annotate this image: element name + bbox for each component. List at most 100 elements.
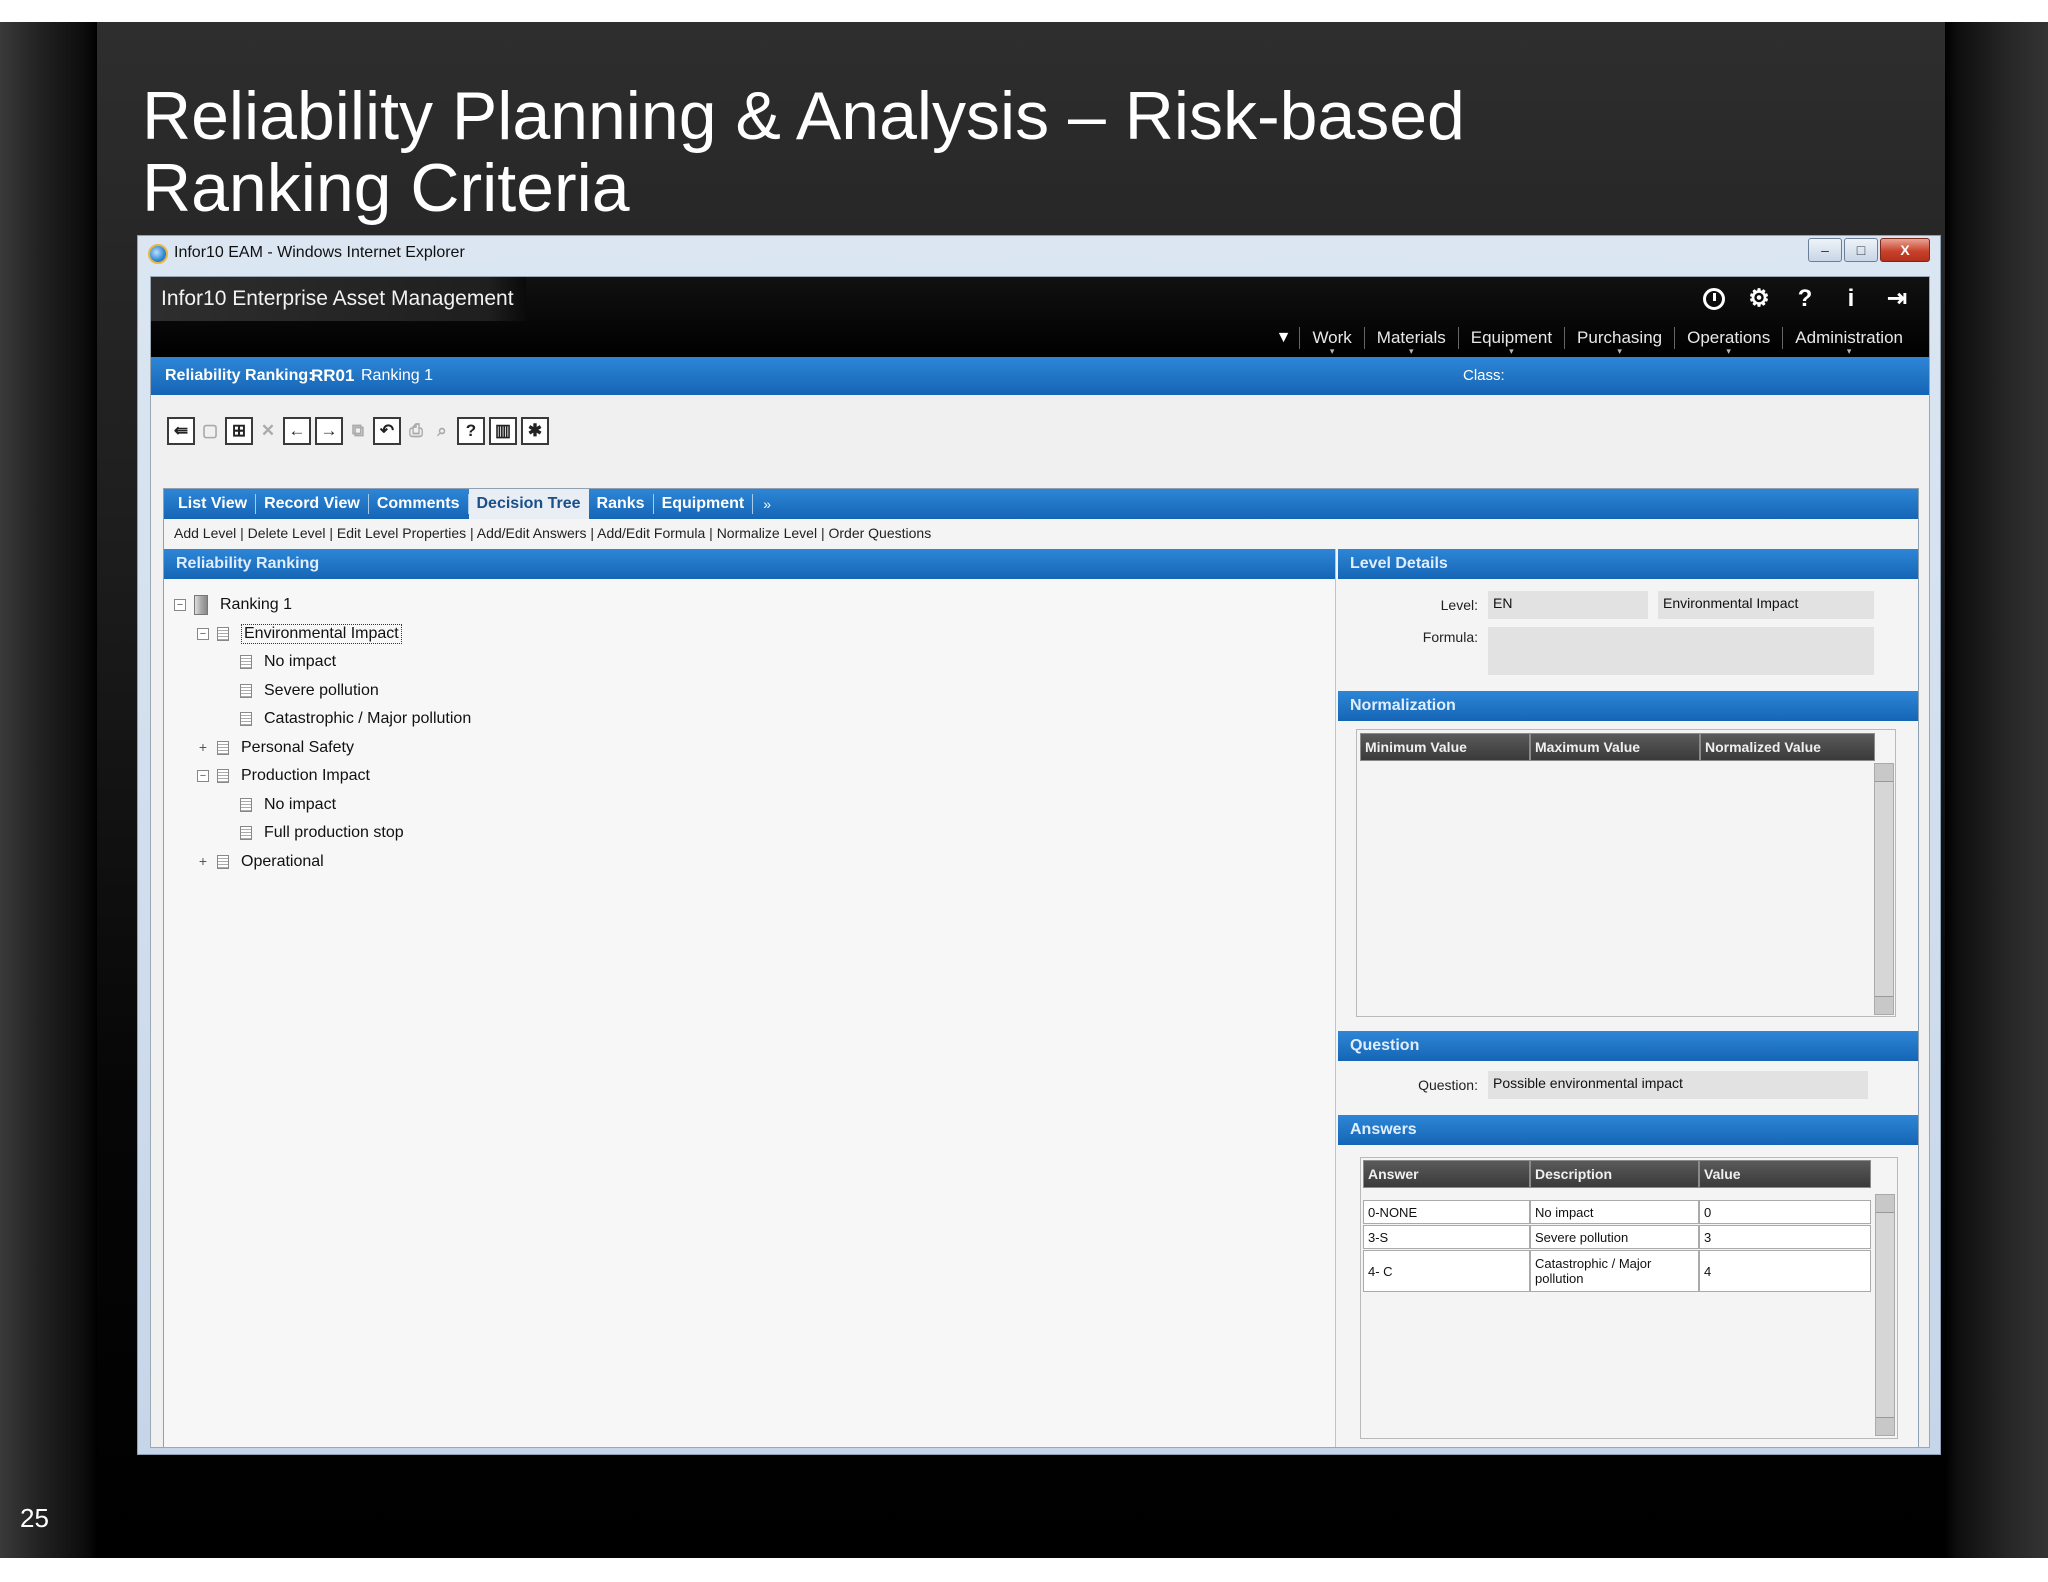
tree-node-label: Personal Safety xyxy=(241,738,354,756)
delete-icon[interactable]: ✕ xyxy=(257,417,279,445)
nav-purchasing[interactable]: Purchasing xyxy=(1564,327,1674,349)
question-field[interactable]: Possible environmental impact xyxy=(1488,1071,1868,1099)
column-header[interactable]: Description xyxy=(1530,1160,1699,1188)
tab-equipment[interactable]: Equipment xyxy=(654,494,754,514)
tree-node-personal-safety[interactable]: + Personal Safety xyxy=(174,734,471,763)
normalization-scrollbar[interactable] xyxy=(1874,763,1894,1015)
window-titlebar[interactable]: Infor10 EAM - Windows Internet Explorer … xyxy=(138,236,1940,272)
scroll-down-icon[interactable] xyxy=(1876,1417,1894,1435)
answer-icon xyxy=(240,797,252,812)
value-cell[interactable]: 3 xyxy=(1699,1225,1871,1249)
answer-icon xyxy=(240,826,252,841)
tree-node-production-impact[interactable]: − Production Impact xyxy=(174,762,471,791)
answer-icon xyxy=(240,655,252,670)
preview-icon[interactable]: ⌕ xyxy=(431,417,453,445)
more-tabs-icon[interactable]: » xyxy=(753,496,771,512)
nav-dropdown-icon[interactable]: ▼ xyxy=(1276,329,1292,347)
tree-node-answer[interactable]: Severe pollution xyxy=(174,677,471,706)
tree-node-label: Operational xyxy=(241,852,324,870)
scroll-up-icon[interactable] xyxy=(1876,1195,1894,1213)
scroll-up-icon[interactable] xyxy=(1875,764,1893,782)
pin-icon[interactable]: ✱ xyxy=(521,417,549,445)
normalization-heading: Normalization xyxy=(1338,691,1918,721)
internet-explorer-icon xyxy=(148,244,168,264)
table-row[interactable]: 4- C Catastrophic / Major pollution 4 xyxy=(1363,1250,1871,1292)
info-icon[interactable]: i xyxy=(1839,285,1863,313)
nav-administration[interactable]: Administration xyxy=(1782,327,1915,349)
description-cell[interactable]: No impact xyxy=(1530,1200,1699,1224)
formula-field[interactable] xyxy=(1488,627,1874,675)
collapse-icon[interactable]: − xyxy=(197,627,209,640)
answers-grid-header: Answer Description Value xyxy=(1363,1160,1871,1188)
tree-node-label: Production Impact xyxy=(241,767,370,785)
back-icon[interactable]: ⇚ xyxy=(167,417,195,445)
nav-work[interactable]: Work xyxy=(1299,327,1363,349)
tab-list-view[interactable]: List View xyxy=(170,494,257,514)
answers-scrollbar[interactable] xyxy=(1875,1194,1895,1436)
nav-operations[interactable]: Operations xyxy=(1674,327,1782,349)
value-cell[interactable]: 4 xyxy=(1699,1250,1871,1292)
table-row[interactable]: 0-NONE No impact 0 xyxy=(1363,1200,1871,1224)
value-cell[interactable]: 0 xyxy=(1699,1200,1871,1224)
column-header[interactable]: Normalized Value xyxy=(1700,733,1875,761)
collapse-icon[interactable]: − xyxy=(174,599,186,612)
tree-node-answer[interactable]: No impact xyxy=(174,648,471,677)
answer-cell[interactable]: 4- C xyxy=(1363,1250,1530,1292)
tree-node-operational[interactable]: + Operational xyxy=(174,848,471,877)
help-icon[interactable]: ? xyxy=(1793,285,1817,313)
tab-comments[interactable]: Comments xyxy=(369,494,469,514)
expand-icon[interactable]: + xyxy=(197,740,209,754)
gear-icon[interactable]: ⚙ xyxy=(1747,285,1771,313)
maximize-button[interactable]: □ xyxy=(1844,238,1878,262)
column-header[interactable]: Answer xyxy=(1363,1160,1530,1188)
collapse-icon[interactable]: − xyxy=(197,770,209,783)
window-title: Infor10 EAM - Windows Internet Explorer xyxy=(174,244,465,261)
undo-icon[interactable]: ↶ xyxy=(373,417,401,445)
copy-icon[interactable]: ⧉ xyxy=(347,417,369,445)
formula-label: Formula: xyxy=(1422,629,1478,645)
close-button[interactable]: X xyxy=(1880,238,1930,262)
nav-materials[interactable]: Materials xyxy=(1363,327,1458,349)
previous-icon[interactable]: ← xyxy=(283,417,311,445)
description-cell[interactable]: Catastrophic / Major pollution xyxy=(1530,1250,1699,1292)
nav-equipment[interactable]: Equipment xyxy=(1457,327,1564,349)
answer-icon xyxy=(240,683,252,698)
new-record-icon[interactable]: ⊞ xyxy=(225,417,253,445)
tab-decision-tree[interactable]: Decision Tree xyxy=(468,489,589,519)
tree-node-answer[interactable]: Full production stop xyxy=(174,819,471,848)
answer-cell[interactable]: 0-NONE xyxy=(1363,1200,1530,1224)
book-icon[interactable]: ▥ xyxy=(489,417,517,445)
level-code-field[interactable]: EN xyxy=(1488,591,1648,619)
logout-icon[interactable]: ⇥ xyxy=(1885,285,1909,313)
decision-tree-actions[interactable]: Add Level | Delete Level | Edit Level Pr… xyxy=(174,525,931,541)
scroll-down-icon[interactable] xyxy=(1875,996,1893,1014)
help-icon[interactable]: ? xyxy=(457,417,485,445)
tree-node-root[interactable]: − Ranking 1 xyxy=(174,591,471,620)
reliability-ranking-panel: Reliability Ranking − Ranking 1 − Enviro… xyxy=(164,549,1336,1447)
next-icon[interactable]: → xyxy=(315,417,343,445)
tab-ranks[interactable]: Ranks xyxy=(589,494,654,514)
clock-icon[interactable] xyxy=(1703,288,1725,310)
tree-node-answer[interactable]: No impact xyxy=(174,791,471,820)
ranking-icon xyxy=(194,595,208,616)
expand-icon[interactable]: + xyxy=(197,854,209,868)
column-header[interactable]: Maximum Value xyxy=(1530,733,1700,761)
question-label: Question: xyxy=(1418,1077,1478,1093)
print-icon[interactable]: ⎙ xyxy=(405,417,427,445)
answer-cell[interactable]: 3-S xyxy=(1363,1225,1530,1249)
minimize-button[interactable]: – xyxy=(1808,238,1842,262)
tree-node-environmental-impact[interactable]: − Environmental Impact xyxy=(174,620,471,649)
tab-record-view[interactable]: Record View xyxy=(256,494,369,514)
slide-title-line-1: Reliability Planning & Analysis – Risk-b… xyxy=(142,78,1465,154)
column-header[interactable]: Value xyxy=(1699,1160,1871,1188)
tree-node-answer[interactable]: Catastrophic / Major pollution xyxy=(174,705,471,734)
browser-window: Infor10 EAM - Windows Internet Explorer … xyxy=(137,235,1941,1455)
column-header[interactable]: Minimum Value xyxy=(1360,733,1530,761)
level-description-field[interactable]: Environmental Impact xyxy=(1658,591,1874,619)
save-icon[interactable]: ▢ xyxy=(199,417,221,445)
record-toolbar: ⇚ ▢ ⊞ ✕ ← → ⧉ ↶ ⎙ ⌕ ? ▥ ✱ xyxy=(167,417,549,445)
tree-node-label: Full production stop xyxy=(264,824,404,842)
description-cell[interactable]: Severe pollution xyxy=(1530,1225,1699,1249)
table-row[interactable]: 3-S Severe pollution 3 xyxy=(1363,1225,1871,1249)
slide-title-line-2: Ranking Criteria xyxy=(142,150,630,226)
